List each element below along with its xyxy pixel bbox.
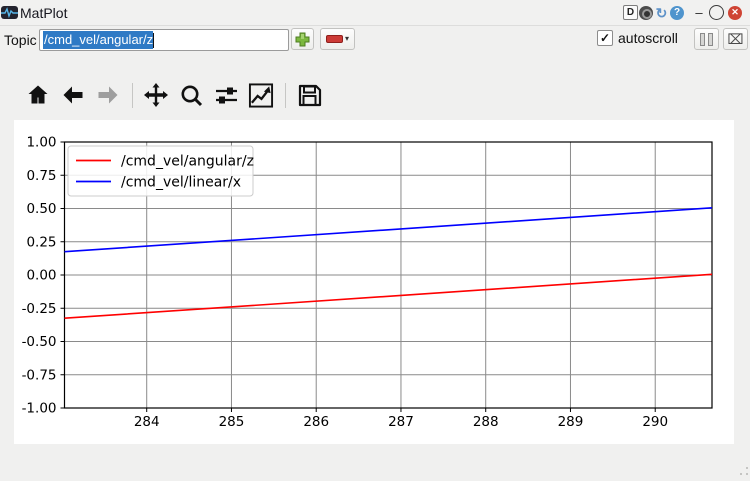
series-line <box>65 274 713 318</box>
autoscroll-checkbox[interactable]: ✓ <box>597 30 613 46</box>
app-waveform-icon <box>1 6 18 19</box>
topic-input[interactable]: /cmd_vel/angular/z <box>39 29 289 51</box>
forward-icon[interactable] <box>95 82 121 108</box>
y-tick-label: -0.50 <box>22 334 57 350</box>
title-bar: MatPlot D ↻ ? – ✕ <box>0 0 750 26</box>
x-tick-label: 288 <box>473 414 499 430</box>
toolbar-separator <box>132 83 133 108</box>
maximize-button[interactable] <box>709 5 724 20</box>
y-tick-label: -0.75 <box>22 367 57 383</box>
topic-label: Topic <box>4 32 37 48</box>
y-tick-label: 0.00 <box>26 268 56 284</box>
plot-svg: 284 285 286 287 288 289 290 1.00 0.75 0.50 0.25 0.0… <box>14 120 734 444</box>
text-caret <box>153 33 154 48</box>
refresh-icon[interactable]: ↻ <box>654 5 669 20</box>
y-tick-label: -1.00 <box>22 401 57 417</box>
minus-icon <box>326 35 343 43</box>
x-tick-label: 289 <box>558 414 584 430</box>
plus-icon <box>295 32 310 47</box>
x-tick-label: 290 <box>642 414 668 430</box>
help-icon[interactable]: ? <box>670 6 684 20</box>
remove-topic-button[interactable]: ▾ <box>320 28 355 50</box>
minimize-button[interactable]: – <box>693 5 705 20</box>
y-tick-label: -0.25 <box>22 301 57 317</box>
y-tick-label: 0.50 <box>26 201 56 217</box>
topic-bar: Topic /cmd_vel/angular/z ▾ ✓ autoscroll … <box>0 26 750 54</box>
clear-plot-button[interactable]: ⌧ <box>723 28 748 50</box>
configure-subplots-icon[interactable] <box>213 82 239 108</box>
autoscroll-label: autoscroll <box>618 30 678 46</box>
x-tick-label: 284 <box>134 414 160 430</box>
pause-icon <box>700 33 705 46</box>
x-tick-label: 287 <box>388 414 414 430</box>
series-line <box>65 208 713 252</box>
detach-button[interactable]: D <box>623 5 638 20</box>
y-tick-label: 0.75 <box>26 168 56 184</box>
pan-icon[interactable] <box>143 82 169 108</box>
home-icon[interactable] <box>25 82 51 108</box>
back-icon[interactable] <box>60 82 86 108</box>
topic-input-selected-text: /cmd_vel/angular/z <box>43 31 153 49</box>
legend-label: /cmd_vel/linear/x <box>121 175 241 191</box>
close-button[interactable]: ✕ <box>728 6 742 20</box>
settings-icon[interactable] <box>639 6 653 20</box>
dropdown-arrow-icon: ▾ <box>345 35 349 43</box>
save-icon[interactable] <box>296 82 322 108</box>
y-tick-label: 0.25 <box>26 234 56 250</box>
legend-label: /cmd_vel/angular/z <box>121 154 254 170</box>
zoom-icon[interactable] <box>178 82 204 108</box>
mpl-toolbar <box>25 80 331 110</box>
resize-grip[interactable] <box>736 463 748 477</box>
plot-canvas[interactable]: 284 285 286 287 288 289 290 1.00 0.75 0.50 0.25 0.0… <box>14 120 734 444</box>
toolbar-separator <box>285 83 286 108</box>
pause-button[interactable] <box>694 28 719 50</box>
y-tick-label: 1.00 <box>26 135 56 151</box>
window-title: MatPlot <box>20 5 67 21</box>
add-topic-button[interactable] <box>291 28 314 50</box>
x-tick-label: 285 <box>219 414 245 430</box>
x-tick-label: 286 <box>303 414 329 430</box>
edit-axes-icon[interactable] <box>248 82 274 108</box>
